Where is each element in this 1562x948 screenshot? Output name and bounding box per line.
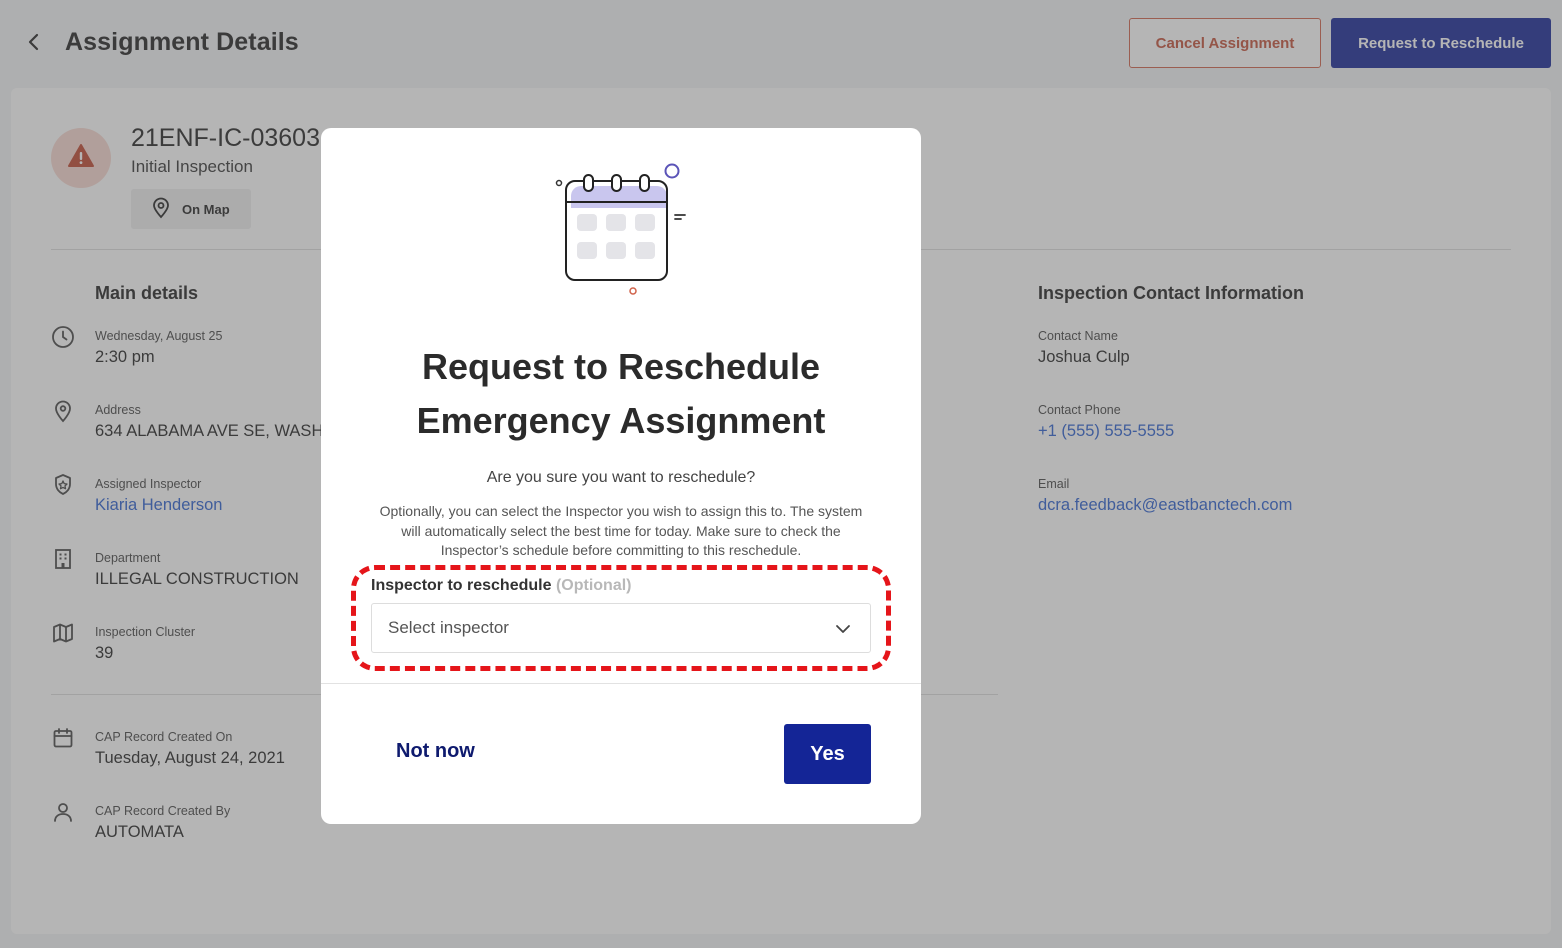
modal-title: Request to Reschedule Emergency Assignme… [321,340,921,448]
inspector-select-placeholder: Select inspector [388,618,509,637]
optional-tag: (Optional) [555,577,632,594]
modal-question: Are you sure you want to reschedule? [486,469,756,486]
inspector-select[interactable]: Select inspector [371,603,871,653]
inspector-field-label: Inspector to reschedule (Optional) [371,577,632,595]
chevron-down-icon [834,620,852,638]
reschedule-modal: Request to Reschedule Emergency Assignme… [321,128,921,824]
modal-divider [321,683,921,684]
yes-button[interactable]: Yes [784,724,871,784]
modal-description: Optionally, you can select the Inspector… [379,503,863,558]
modal-title-line-2: Emergency Assignment [416,400,826,441]
calendar-illustration-icon [551,158,691,298]
inspector-field-label-text: Inspector to reschedule [371,577,552,594]
not-now-button[interactable]: Not now [396,740,475,763]
modal-title-line-1: Request to Reschedule [421,346,821,387]
